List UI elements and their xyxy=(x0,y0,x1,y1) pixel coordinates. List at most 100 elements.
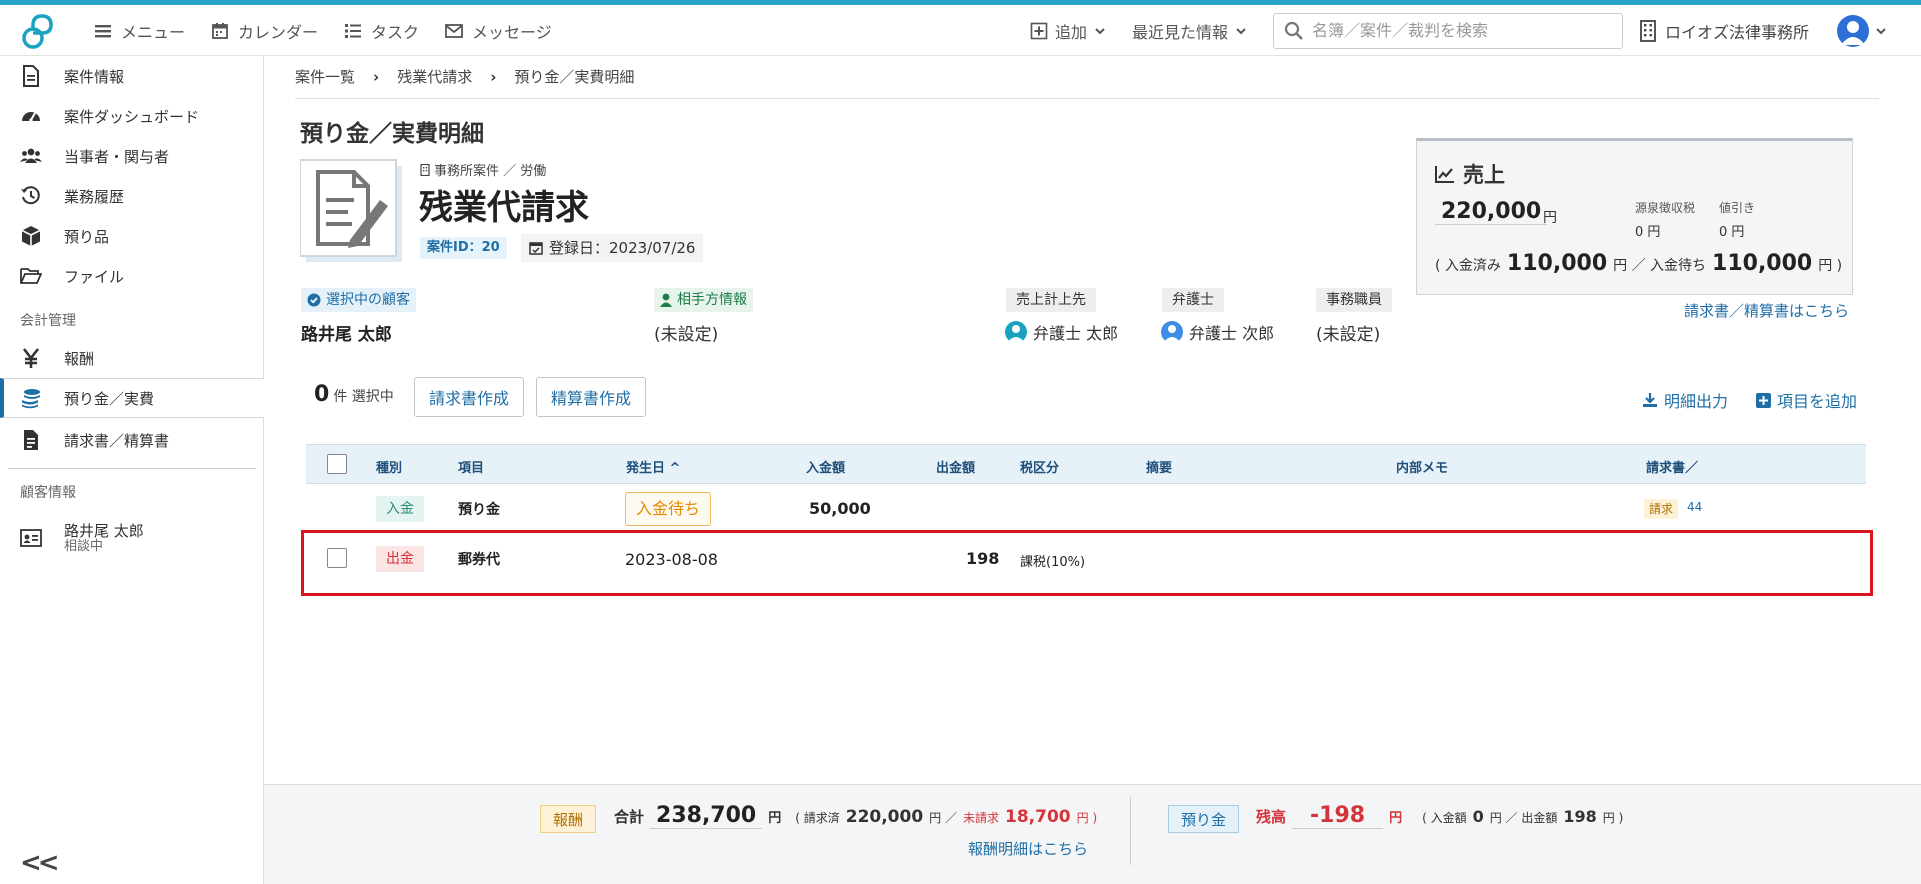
kind-badge-deposit: 入金 xyxy=(376,496,424,522)
col-item[interactable]: 項目 xyxy=(458,457,484,476)
lawyer-name: 弁護士 次郎 xyxy=(1189,324,1275,343)
in-prefix: ( 入金額 xyxy=(1422,811,1467,825)
sidebar-item-client[interactable]: 路井尾 太郎 相談中 xyxy=(0,514,264,562)
sidebar-section-client: 顧客情報 xyxy=(20,485,76,501)
sidebar-item-deposits[interactable]: 預り品 xyxy=(0,216,264,256)
withholding-label: 源泉徴収税 xyxy=(1635,201,1696,215)
col-summary[interactable]: 摘要 xyxy=(1146,457,1172,476)
reward-summary: 合計 238,700 円 ( 請求済 220,000 円 ／ 未請求 18,70… xyxy=(614,803,1097,829)
add-item-link[interactable]: 項目を追加 xyxy=(1756,388,1857,412)
col-tax[interactable]: 税区分 xyxy=(1020,457,1059,476)
sidebar-item-label: 業務履歴 xyxy=(64,187,125,206)
breadcrumb-item-case[interactable]: 残業代請求 xyxy=(397,66,472,87)
unbilled-amount: 18,700 xyxy=(1005,807,1071,827)
building-icon xyxy=(1640,19,1656,42)
sidebar-item-rewards[interactable]: 報酬 xyxy=(0,338,264,378)
sidebar-section-accounting: 会計管理 xyxy=(20,313,76,329)
invoice-number-link[interactable]: 44 xyxy=(1687,500,1702,514)
billed-prefix: ( 請求済 xyxy=(795,811,840,825)
nav-calendar[interactable]: カレンダー xyxy=(211,19,318,43)
case-type-label: 事務所案件 ／ 労働 xyxy=(434,164,547,179)
sidebar-client: 路井尾 太郎 相談中 xyxy=(64,522,144,554)
app-header: メニュー カレンダー タスク メッセージ 追加 最近見た情報 名簿／案件／裁判を… xyxy=(0,5,1921,56)
registration-date: 登録日：2023/07/26 xyxy=(521,234,704,262)
col-deposit[interactable]: 入金額 xyxy=(806,457,845,476)
select-all-checkbox[interactable] xyxy=(327,454,347,474)
breadcrumb-item-case-list[interactable]: 案件一覧 xyxy=(295,66,355,87)
sidebar-collapse-icon[interactable]: << xyxy=(20,848,60,878)
plus-square-icon xyxy=(1030,22,1048,39)
reward-details-link[interactable]: 報酬明細はこちら xyxy=(968,838,1088,859)
recent-label: 最近見た情報 xyxy=(1132,22,1229,42)
case-id-badge: 案件ID：20 xyxy=(420,237,507,259)
table-row[interactable]: 入金 預り金 入金待ち 50,000 請求 44 xyxy=(306,484,1866,534)
invoice-icon xyxy=(24,430,38,450)
building-icon xyxy=(420,163,430,176)
invoice-link[interactable]: 請求書／精算書はこちら xyxy=(1684,300,1849,321)
unbilled-label: 未請求 xyxy=(963,811,1000,825)
breadcrumb-divider xyxy=(295,98,1879,99)
sidebar-item-history[interactable]: 業務履歴 xyxy=(0,176,264,216)
col-withdrawal[interactable]: 出金額 xyxy=(936,457,975,476)
create-settlement-button[interactable]: 精算書作成 xyxy=(536,377,647,417)
balance-label: 残高 xyxy=(1256,808,1287,826)
discount-value: 0 円 xyxy=(1719,225,1745,240)
sidebar-item-parties[interactable]: 当事者・関与者 xyxy=(0,136,264,176)
case-type: 事務所案件 ／ 労働 xyxy=(420,160,546,179)
sidebar-item-invoices[interactable]: 請求書／精算書 xyxy=(0,420,264,460)
discount-label: 値引き xyxy=(1719,201,1756,215)
office-switcher[interactable]: ロイオズ法律事務所 xyxy=(1639,19,1809,43)
nav-menu[interactable]: メニュー xyxy=(94,19,185,43)
out-mid: 円 ／ 出金額 xyxy=(1489,811,1558,825)
sidebar-item-label: 預り品 xyxy=(64,227,110,246)
person-avatar-icon xyxy=(1005,321,1027,343)
client-label: 選択中の顧客 xyxy=(301,288,416,312)
sales-to-person[interactable]: 弁護士 太郎 xyxy=(1005,320,1118,344)
search-input[interactable] xyxy=(1312,21,1613,40)
in-amount: 0 xyxy=(1472,807,1484,826)
nav-messages-label: メッセージ xyxy=(472,22,552,42)
sidebar-item-files[interactable]: ファイル xyxy=(0,256,264,296)
registration-date-label: 登録日：2023/07/26 xyxy=(549,239,696,257)
sidebar-item-case-dashboard[interactable]: 案件ダッシュボード xyxy=(0,96,264,136)
main-nav: メニュー カレンダー タスク メッセージ xyxy=(94,5,552,56)
recent-dropdown[interactable]: 最近見た情報 xyxy=(1132,19,1247,43)
staff-label: 事務職員 xyxy=(1316,288,1392,312)
selected-count: 0 件 選択中 xyxy=(314,382,394,407)
sidebar-item-deposit-expenses[interactable]: 預り金／実費 xyxy=(0,378,264,418)
check-circle-icon xyxy=(307,293,321,307)
col-date[interactable]: 発生日 ^ xyxy=(626,457,680,476)
footer-divider xyxy=(1130,797,1131,865)
sidebar-item-case-info[interactable]: 案件情報 xyxy=(0,56,264,96)
unbilled-suffix-text: 円 ) xyxy=(1076,811,1098,825)
chevron-right-icon: › xyxy=(373,67,380,86)
history-icon xyxy=(21,186,40,205)
row-deposit-amount: 50,000 xyxy=(809,499,871,518)
sales-title-text: 売上 xyxy=(1463,163,1505,187)
breadcrumb: 案件一覧 › 残業代請求 › 預り金／実費明細 xyxy=(295,66,634,87)
out-suffix: 円 ) xyxy=(1602,811,1624,825)
total-yen: 円 xyxy=(768,811,782,826)
export-details-link[interactable]: 明細出力 xyxy=(1642,388,1728,412)
sidebar-item-label: 預り金／実費 xyxy=(64,389,155,408)
lawyer-person[interactable]: 弁護士 次郎 xyxy=(1161,320,1274,344)
sort-asc-icon: ^ xyxy=(669,461,681,476)
user-menu[interactable] xyxy=(1837,14,1887,47)
billed-amount: 220,000 xyxy=(845,807,924,827)
deposit-badge: 預り金 xyxy=(1168,805,1240,833)
sidebar-item-label: ファイル xyxy=(64,267,125,286)
col-invoice[interactable]: 請求書／ xyxy=(1646,457,1698,476)
line-chart-icon xyxy=(1435,166,1454,183)
col-kind[interactable]: 種別 xyxy=(376,457,402,476)
create-invoice-button[interactable]: 請求書作成 xyxy=(414,377,525,417)
add-item-label: 項目を追加 xyxy=(1777,392,1858,411)
calendar-check-icon xyxy=(529,242,543,255)
client-value[interactable]: 路井尾 太郎 xyxy=(301,320,392,345)
col-memo[interactable]: 内部メモ xyxy=(1396,457,1448,476)
nav-tasks[interactable]: タスク xyxy=(344,19,419,43)
app-logo-icon[interactable] xyxy=(20,11,60,51)
nav-messages[interactable]: メッセージ xyxy=(445,19,552,43)
row-item: 預り金 xyxy=(458,502,500,518)
add-dropdown[interactable]: 追加 xyxy=(1030,19,1106,43)
plus-square-icon xyxy=(1756,392,1771,408)
